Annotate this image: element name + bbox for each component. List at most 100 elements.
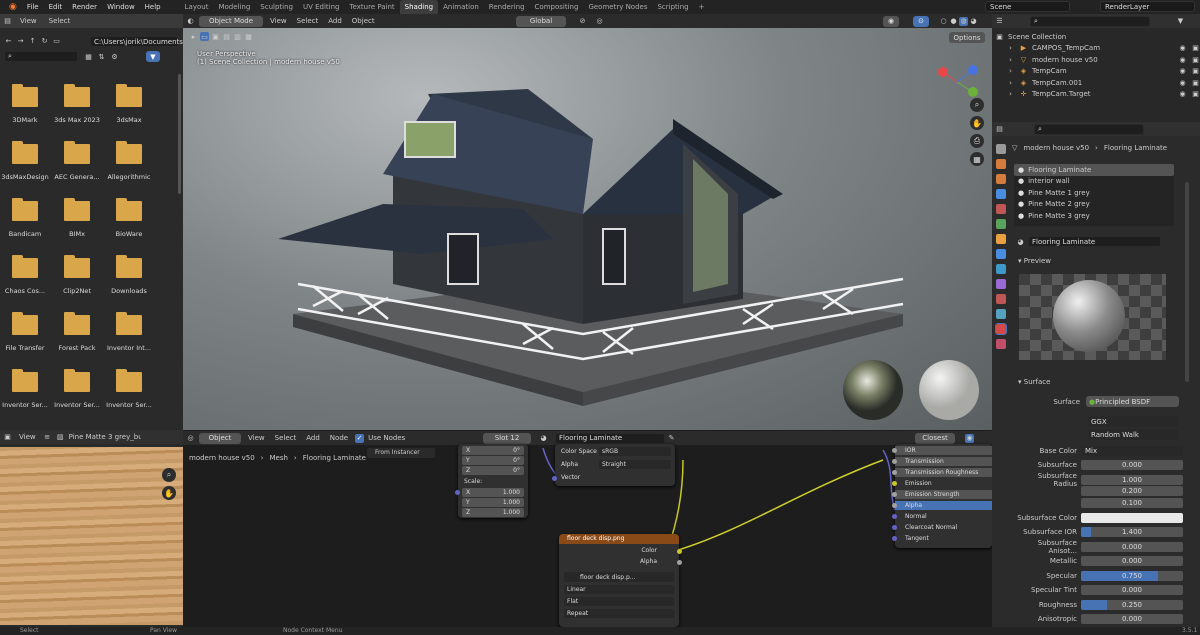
material-slot-list[interactable]: ● Flooring Laminate ● interior wall ● Pine Ma…	[1014, 164, 1174, 226]
alpha-output-socket[interactable]	[677, 560, 682, 565]
tab-modeling[interactable]: Modeling	[213, 0, 255, 14]
tab-scripting[interactable]: Scripting	[652, 0, 693, 14]
folder-label[interactable]: AEC Genera...	[47, 173, 107, 181]
folder-icon[interactable]	[12, 369, 38, 392]
properties-type-icon[interactable]: ▤	[995, 125, 1004, 134]
material-slot-item[interactable]: ● Flooring Laminate	[1014, 164, 1174, 176]
menu-help[interactable]: Help	[140, 3, 166, 11]
viewport-pan-icon[interactable]: ✋	[970, 116, 984, 130]
folder-icon[interactable]	[64, 141, 90, 164]
scale-x-field[interactable]: X 1.000	[462, 488, 524, 497]
principled-bsdf-node[interactable]: IOR Transmission Transmission Roughness Emi…	[892, 444, 992, 548]
outliner-row[interactable]: › ✛ TempCam.Target ◉ ▣	[992, 89, 1200, 101]
extension-dropdown[interactable]: Repeat	[564, 609, 674, 618]
properties-tab-icon[interactable]	[996, 144, 1006, 154]
loc-z-field[interactable]: Z 0°	[462, 466, 524, 475]
bsdf-input-row[interactable]: Alpha	[895, 501, 992, 510]
folder-label[interactable]: Clip2Net	[47, 287, 107, 295]
expand-icon[interactable]: ›	[1006, 44, 1015, 53]
path-field[interactable]: C:\Users\jorik\Documents\	[90, 36, 185, 47]
vector-socket[interactable]	[552, 476, 557, 481]
bsdf-input-row[interactable]: Normal	[895, 512, 992, 521]
property-value-field[interactable]: 1.000	[1081, 474, 1183, 485]
bsdf-input-row[interactable]: Transmission Roughness	[895, 468, 992, 477]
eye-icon[interactable]: ◉	[1178, 55, 1187, 64]
sort-icon[interactable]: ⇅	[97, 52, 106, 61]
properties-tab-icon[interactable]	[996, 204, 1006, 214]
property-value-field[interactable]: 0.100	[1081, 497, 1183, 508]
menu-edit[interactable]: Edit	[44, 3, 68, 11]
tab-sculpting[interactable]: Sculpting	[255, 0, 298, 14]
expand-icon[interactable]: ›	[1006, 90, 1015, 99]
scale-socket[interactable]	[455, 490, 460, 495]
camera-render-icon[interactable]: ▣	[1191, 90, 1200, 99]
camera-render-icon[interactable]: ▣	[1191, 44, 1200, 53]
scale-z-field[interactable]: Z 1.000	[462, 508, 524, 517]
loc-x-field[interactable]: X 0°	[462, 446, 524, 455]
folder-label[interactable]: Downloads	[99, 287, 159, 295]
bsdf-input-socket[interactable]	[892, 514, 897, 519]
properties-tab-icon[interactable]	[996, 174, 1006, 184]
tab-uv-editing[interactable]: UV Editing	[298, 0, 345, 14]
material-datablock-field[interactable]: Flooring Laminate	[1028, 236, 1161, 247]
properties-tab-icon[interactable]	[996, 219, 1006, 229]
folder-icon[interactable]	[64, 84, 90, 107]
file-search-input[interactable]: ⌕	[4, 51, 78, 62]
material-slot-item[interactable]: ● Pine Matte 1 grey	[1014, 187, 1174, 199]
3d-viewport[interactable]: ◐ Object Mode View Select Add Object Glo…	[183, 14, 992, 430]
projection-dropdown[interactable]: Flat	[564, 597, 674, 606]
material-slot-item[interactable]: ● Pine Matte 3 grey	[1014, 210, 1174, 222]
interpolation-dropdown[interactable]: Linear	[564, 585, 674, 594]
folder-icon[interactable]	[116, 198, 142, 221]
blender-logo-icon[interactable]: ◉	[4, 2, 22, 12]
folder-label[interactable]: Inventor Ser...	[47, 401, 107, 409]
properties-search[interactable]: ⌕	[1034, 123, 1144, 135]
folder-icon[interactable]	[64, 369, 90, 392]
folder-label[interactable]: BioWare	[99, 230, 159, 238]
filter-icon[interactable]: ▼	[1176, 17, 1185, 26]
editor-type-icon[interactable]: ▤	[3, 17, 12, 26]
back-icon[interactable]: ←	[4, 36, 13, 45]
outliner-row[interactable]: › ▽ modern house v50 ◉ ▣	[992, 54, 1200, 66]
eye-icon[interactable]: ◉	[1178, 67, 1187, 76]
bsdf-input-row[interactable]: IOR	[895, 446, 992, 455]
property-value-field[interactable]: 0.000	[1081, 584, 1183, 595]
bsdf-input-socket[interactable]	[892, 470, 897, 475]
folder-label[interactable]: Allegorithmic	[99, 173, 159, 181]
property-value-field[interactable]	[1081, 512, 1183, 523]
property-value-field[interactable]: 0.000	[1081, 459, 1183, 470]
property-value-field[interactable]: 0.000	[1081, 555, 1183, 566]
folder-label[interactable]: 3dsMax	[99, 116, 159, 124]
folder-icon[interactable]	[116, 84, 142, 107]
node-editor[interactable]: ◎ Object View Select Add Node ✓ Use Node…	[183, 430, 992, 627]
properties-tab-icon[interactable]	[996, 339, 1006, 349]
file-scrollbar[interactable]	[178, 74, 181, 194]
properties-tab-icon[interactable]	[996, 234, 1006, 244]
new-folder-icon[interactable]: ▭	[52, 36, 61, 45]
color-space-dropdown[interactable]: sRGB	[599, 447, 671, 456]
outliner-row[interactable]: › ◈ TempCam.001 ◉ ▣	[992, 77, 1200, 89]
properties-tab-icon[interactable]	[996, 249, 1006, 259]
folder-icon[interactable]	[64, 198, 90, 221]
bsdf-input-socket[interactable]	[892, 525, 897, 530]
camera-render-icon[interactable]: ▣	[1191, 78, 1200, 87]
material-slot-item[interactable]: ● Pine Matte 2 grey	[1014, 199, 1174, 211]
scene-selector[interactable]: Scene	[985, 1, 1070, 12]
properties-tab-icon[interactable]	[996, 189, 1006, 199]
bsdf-input-socket[interactable]	[892, 536, 897, 541]
property-value-field[interactable]: 0.000	[1081, 541, 1183, 552]
property-value-field[interactable]: 0.000	[1081, 613, 1183, 624]
image-editor-type-icon[interactable]: ▣	[3, 433, 12, 442]
camera-render-icon[interactable]: ▣	[1191, 67, 1200, 76]
tab-compositing[interactable]: Compositing	[530, 0, 584, 14]
outliner-type-icon[interactable]: ☰	[995, 17, 1004, 26]
bsdf-input-socket[interactable]	[892, 503, 897, 508]
fb-menu-select[interactable]: Select	[45, 17, 75, 25]
properties-tab-icon[interactable]	[995, 323, 1007, 335]
forward-icon[interactable]: →	[16, 36, 25, 45]
loc-y-field[interactable]: Y 0°	[462, 456, 524, 465]
tab-texture-paint[interactable]: Texture Paint	[345, 0, 400, 14]
mapping-node[interactable]: X 0° Y 0° Z 0° Scale: X 1.000 Y 1.000 Z 1.000	[455, 444, 528, 518]
subsurface-method-dropdown[interactable]: Random Walk	[1088, 429, 1178, 440]
folder-icon[interactable]	[12, 255, 38, 278]
